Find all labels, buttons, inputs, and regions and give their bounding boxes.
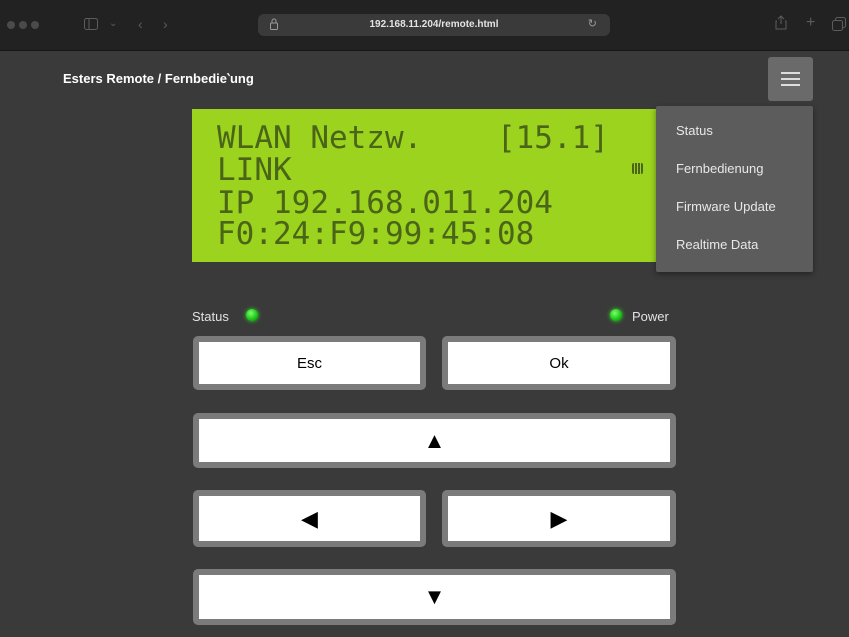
arrow-left-icon: ◀: [301, 505, 318, 531]
zoom-window-button[interactable]: [31, 21, 39, 29]
esc-button[interactable]: Esc: [193, 336, 426, 390]
menu-icon: [781, 72, 800, 74]
page-title: Esters Remote / Fernbedie‵ung: [63, 71, 254, 86]
tab-overview-icon[interactable]: [832, 17, 846, 33]
power-led-indicator: [610, 309, 622, 321]
share-icon[interactable]: [775, 15, 787, 32]
forward-button[interactable]: ›: [163, 17, 168, 31]
right-button[interactable]: ▶: [442, 490, 676, 547]
status-led-label: Status: [192, 309, 229, 324]
left-button[interactable]: ◀: [193, 490, 426, 547]
power-led-label: Power: [632, 309, 669, 324]
menu-item-status[interactable]: Status: [676, 123, 713, 138]
reload-icon[interactable]: ↻: [588, 17, 597, 30]
down-button[interactable]: ▼: [193, 569, 676, 625]
new-tab-icon[interactable]: +: [806, 15, 815, 31]
up-button[interactable]: ▲: [193, 413, 676, 468]
lcd-line-1: WLAN Netzw. [15.1]: [217, 120, 609, 156]
lcd-custom-char-icon: [632, 163, 643, 174]
chevron-down-icon[interactable]: ⌄: [109, 17, 117, 31]
menu-item-realtime-data[interactable]: Realtime Data: [676, 237, 758, 252]
menu-item-fernbedienung[interactable]: Fernbedienung: [676, 161, 763, 176]
lcd-line-4: F0:24:F9:99:45:08: [217, 216, 535, 252]
lcd-line-3: IP 192.168.011.204: [217, 185, 553, 221]
sidebar-icon[interactable]: [84, 18, 98, 32]
lcd-line-2: LINK: [217, 152, 292, 188]
menu-item-firmware-update[interactable]: Firmware Update: [676, 199, 776, 214]
back-button[interactable]: ‹: [138, 17, 143, 31]
nav-dropdown-menu: Status Fernbedienung Firmware Update Rea…: [656, 106, 813, 272]
ok-button[interactable]: Ok: [442, 336, 676, 390]
address-bar[interactable]: 192.168.11.204/remote.html ↻: [258, 14, 610, 36]
arrow-right-icon: ▶: [550, 505, 568, 531]
lcd-display: WLAN Netzw. [15.1] LINK IP 192.168.011.2…: [192, 109, 656, 262]
arrow-down-icon: ▼: [423, 584, 446, 609]
hamburger-menu-button[interactable]: [768, 57, 813, 101]
esc-button-label: Esc: [296, 354, 322, 372]
minimize-window-button[interactable]: [19, 21, 27, 29]
ok-button-label: Ok: [549, 354, 569, 372]
close-window-button[interactable]: [7, 21, 15, 29]
arrow-up-icon: ▲: [423, 427, 446, 453]
window-controls[interactable]: [7, 21, 39, 29]
status-led-indicator: [246, 309, 258, 321]
url-text[interactable]: 192.168.11.204/remote.html: [258, 19, 610, 30]
browser-toolbar: ⌄ ‹ › 192.168.11.204/remote.html ↻ +: [0, 0, 849, 51]
